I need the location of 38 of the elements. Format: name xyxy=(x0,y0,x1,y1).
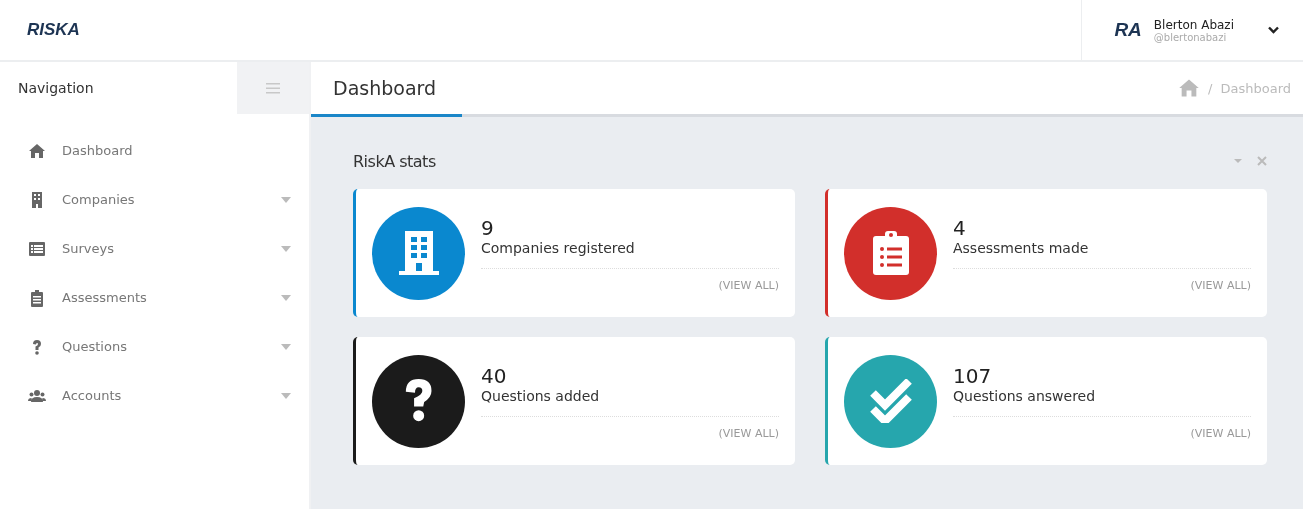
view-all-link[interactable]: (VIEW ALL) xyxy=(953,427,1251,440)
clipboard-icon xyxy=(28,288,46,307)
sidebar-item[interactable]: Questions xyxy=(0,322,309,371)
home-icon xyxy=(28,141,46,160)
user-initials: RA xyxy=(1114,19,1142,41)
view-all-link[interactable]: (VIEW ALL) xyxy=(481,427,779,440)
double-check-icon xyxy=(868,379,913,423)
stat-label: Questions answered xyxy=(953,388,1251,417)
stat-label: Assessments made xyxy=(953,240,1251,269)
stat-label: Questions added xyxy=(481,388,779,417)
stat-count: 107 xyxy=(953,364,993,388)
question-icon xyxy=(403,379,434,423)
view-all-link[interactable]: (VIEW ALL) xyxy=(953,279,1251,292)
home-icon[interactable] xyxy=(1178,77,1201,99)
stat-count: 40 xyxy=(481,364,508,388)
sidebar-item[interactable]: Companies xyxy=(0,175,309,224)
sidebar-item[interactable]: Accounts xyxy=(0,371,309,420)
stat-count: 9 xyxy=(481,216,495,240)
clipboard-icon xyxy=(872,231,909,275)
building-icon xyxy=(398,231,439,275)
panel-title: RiskA stats xyxy=(353,151,437,171)
page-title: Dashboard xyxy=(311,62,462,117)
stat-label: Companies registered xyxy=(481,240,779,269)
collapse-icon[interactable] xyxy=(1233,156,1243,166)
sidebar-item[interactable]: Surveys xyxy=(0,224,309,273)
sidebar-title: Navigation xyxy=(17,80,95,96)
close-icon[interactable] xyxy=(1257,156,1267,166)
list-icon xyxy=(28,239,46,258)
menu-button[interactable] xyxy=(237,62,309,114)
user-name: Blerton Abazi xyxy=(1153,17,1234,32)
sidebar-item[interactable]: Assessments xyxy=(0,273,309,322)
stat-count: 4 xyxy=(953,216,967,240)
chevron-down-icon[interactable] xyxy=(1268,26,1279,34)
logo: RISKA xyxy=(27,20,80,40)
view-all-link[interactable]: (VIEW ALL) xyxy=(481,279,779,292)
breadcrumb-separator: / xyxy=(1208,80,1213,96)
sidebar-item[interactable]: Dashboard xyxy=(0,126,309,175)
user-handle: @blertonabazi xyxy=(1153,31,1228,43)
